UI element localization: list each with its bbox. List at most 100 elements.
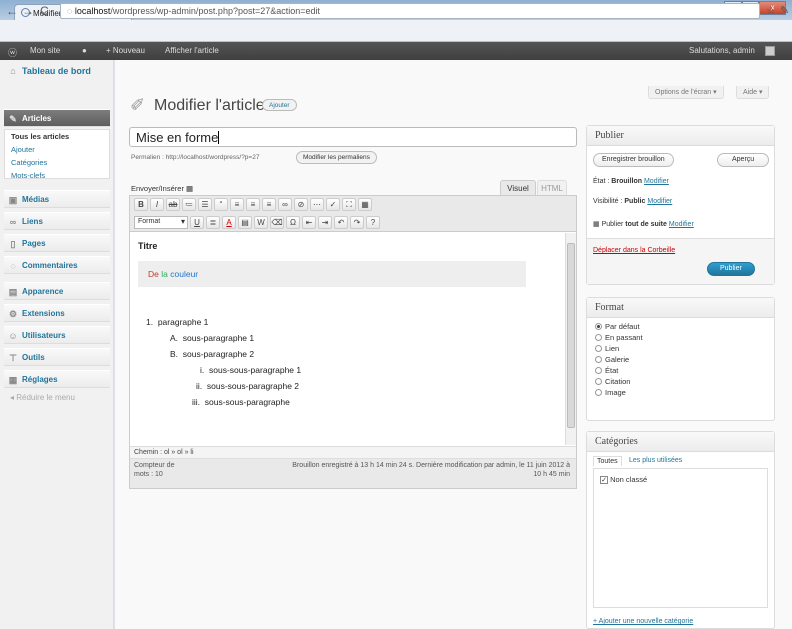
sidebar-item-dashboard[interactable]: ⌂ Tableau de bord [4, 62, 110, 82]
format-option-status[interactable]: État [595, 366, 618, 375]
star-icon[interactable]: ☆ [766, 4, 776, 17]
schedule-value: tout de suite [625, 221, 667, 228]
justify-icon[interactable]: ≣ [206, 216, 220, 229]
edit-schedule-link[interactable]: Modifier [669, 221, 694, 228]
format-option-gallery[interactable]: Galerie [595, 355, 629, 364]
category-item[interactable]: ✓ Non classé [600, 475, 647, 484]
paste-text-icon[interactable]: ▤ [238, 216, 252, 229]
clear-format-icon[interactable]: ⌫ [270, 216, 284, 229]
collapse-menu-button[interactable]: ◂ Réduire le menu [10, 393, 75, 402]
radio-icon [595, 356, 602, 363]
redo-icon[interactable]: ↷ [350, 216, 364, 229]
sidebar-item-label: Liens [22, 217, 43, 226]
add-new-button[interactable]: Ajouter [262, 99, 297, 111]
sidebar-item-pages[interactable]: ▯ Pages [4, 234, 110, 252]
fullscreen-icon[interactable]: ⛶ [342, 198, 356, 211]
editor-scrollbar[interactable] [565, 233, 576, 445]
add-category-link[interactable]: + Ajouter une nouvelle catégorie [593, 618, 693, 625]
help-button[interactable]: Aide ▾ [736, 86, 770, 99]
outdent-icon[interactable]: ⇤ [302, 216, 316, 229]
edit-status-link[interactable]: Modifier [644, 178, 669, 185]
sidebar-item-links[interactable]: ∞ Liens [4, 212, 110, 230]
edit-permalink-button[interactable]: Modifier les permaliens [296, 151, 377, 164]
kitchen-sink-icon[interactable]: ▦ [358, 198, 372, 211]
submenu-all-articles[interactable]: Tous les articles [5, 130, 109, 143]
trash-link[interactable]: Déplacer dans la Corbeille [593, 247, 675, 254]
sidebar-item-extensions[interactable]: ⚙ Extensions [4, 304, 110, 322]
pushpin-icon: ✐ [130, 95, 146, 115]
list-marker: B. [170, 349, 179, 359]
edit-visibility-link[interactable]: Modifier [647, 198, 672, 205]
undo-icon[interactable]: ↶ [334, 216, 348, 229]
publish-box: Publier Enregistrer brouillon Aperçu Éta… [586, 125, 775, 285]
upload-insert-link[interactable]: Envoyer/Insérer ▦ [131, 184, 193, 193]
wrench-icon[interactable]: ✎ [780, 4, 789, 17]
align-left-icon[interactable]: ≡ [230, 198, 244, 211]
scrollbar-thumb[interactable] [567, 243, 575, 428]
help-icon[interactable]: ? [366, 216, 380, 229]
greeting-link[interactable]: Salutations, admin [689, 46, 755, 55]
strikethrough-icon[interactable]: ab [166, 198, 180, 211]
wp-logo-icon[interactable]: ⓦ [8, 46, 17, 59]
post-title-input[interactable]: Mise en forme [129, 127, 577, 147]
format-select[interactable]: Format [134, 216, 188, 229]
tab-popular-categories[interactable]: Les plus utilisées [629, 457, 682, 464]
bold-icon[interactable]: B [134, 198, 148, 211]
blockquote-icon[interactable]: “ [214, 198, 228, 211]
text-color-icon[interactable]: A [222, 216, 236, 229]
radio-icon [595, 367, 602, 374]
special-char-icon[interactable]: Ω [286, 216, 300, 229]
italic-icon[interactable]: I [150, 198, 164, 211]
back-arrow-icon[interactable]: ← [6, 4, 18, 18]
format-option-label: État [605, 366, 619, 375]
insert-link-icon[interactable]: ∞ [278, 198, 292, 211]
view-post-link[interactable]: Afficher l'article [165, 46, 219, 55]
tab-html[interactable]: HTML [537, 180, 567, 195]
paste-word-icon[interactable]: W [254, 216, 268, 229]
submenu-add[interactable]: Ajouter [5, 143, 109, 156]
sidebar-item-comments[interactable]: ◌ Commentaires [4, 256, 110, 274]
screen-options-button[interactable]: Options de l'écran ▾ [648, 86, 724, 99]
sidebar-item-appearance[interactable]: ▤ Apparence [4, 282, 110, 300]
tab-visual[interactable]: Visuel [500, 180, 536, 195]
new-menu[interactable]: + Nouveau [106, 46, 145, 55]
numbered-list-icon[interactable]: ☰ [198, 198, 212, 211]
forward-arrow-icon[interactable]: → [22, 4, 34, 18]
sidebar-item-media[interactable]: ▣ Médias [4, 190, 110, 208]
insert-more-icon[interactable]: ⋯ [310, 198, 324, 211]
post-status: État : Brouillon Modifier [593, 178, 669, 185]
reload-icon[interactable]: C [40, 4, 49, 18]
address-bar[interactable]: ◌ localhost/wordpress/wp-admin/post.php?… [60, 3, 760, 19]
comments-icon[interactable]: ● [82, 46, 87, 55]
format-option-quote[interactable]: Citation [595, 377, 630, 386]
save-draft-button[interactable]: Enregistrer brouillon [593, 153, 674, 167]
format-option-default[interactable]: Par défaut [595, 322, 640, 331]
sidebar-item-tools[interactable]: ⊤ Outils [4, 348, 110, 366]
align-right-icon[interactable]: ≡ [262, 198, 276, 211]
list-item: A. sous-paragraphe 1 [170, 333, 254, 343]
word-count-label: Compteur de [134, 462, 175, 469]
site-name-link[interactable]: Mon site [30, 46, 60, 55]
avatar[interactable] [765, 46, 775, 56]
preview-button[interactable]: Aperçu [717, 153, 770, 167]
format-option-image[interactable]: Image [595, 388, 626, 397]
spellcheck-icon[interactable]: ✓ [326, 198, 340, 211]
unlink-icon[interactable]: ⊘ [294, 198, 308, 211]
sidebar-item-settings[interactable]: ▦ Réglages [4, 370, 110, 388]
bullet-list-icon[interactable]: ≔ [182, 198, 196, 211]
publish-button[interactable]: Publier [707, 262, 755, 276]
underline-icon[interactable]: U [190, 216, 204, 229]
visibility-label: Visibilité : [593, 198, 625, 205]
format-option-aside[interactable]: En passant [595, 333, 643, 342]
indent-icon[interactable]: ⇥ [318, 216, 332, 229]
submenu-tags[interactable]: Mots-clefs [5, 169, 109, 182]
format-option-link[interactable]: Lien [595, 344, 619, 353]
comment-icon: ◌ [10, 261, 16, 271]
sidebar-item-users[interactable]: ☺ Utilisateurs [4, 326, 110, 344]
tab-all-categories[interactable]: Toutes [593, 456, 622, 466]
editor-content[interactable]: Titre De la couleur 1. paragraphe 1 A. s… [130, 233, 564, 445]
submenu-categories[interactable]: Catégories [5, 156, 109, 169]
align-center-icon[interactable]: ≡ [246, 198, 260, 211]
sidebar-item-articles[interactable]: ✎ Articles [4, 109, 110, 127]
word-count-value: mots : 10 [134, 471, 163, 478]
